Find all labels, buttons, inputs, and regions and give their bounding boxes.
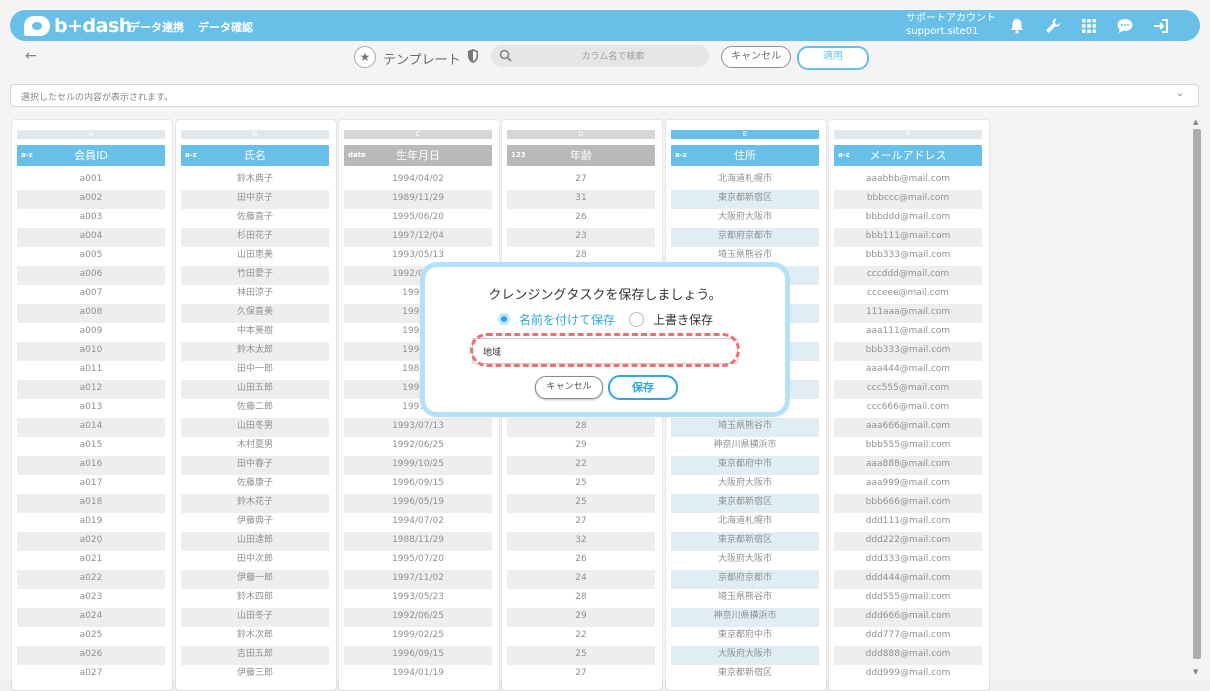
radio-overwrite[interactable]: 上書き保存	[629, 311, 713, 327]
radio-save-as-indicator[interactable]	[498, 313, 510, 325]
radio-overwrite-indicator[interactable]	[629, 311, 644, 327]
radio-overwrite-label: 上書き保存	[653, 312, 714, 327]
radio-save-as[interactable]: 名前を付けて保存	[498, 311, 615, 327]
save-task-dialog: クレンジングタスクを保存しましょう。 名前を付けて保存 上書き保存 キャンセル …	[425, 267, 785, 412]
dialog-cancel-button[interactable]: キャンセル	[535, 376, 603, 399]
task-name-input[interactable]	[472, 338, 738, 364]
dialog-title: クレンジングタスクを保存しましょう。	[488, 288, 722, 303]
dialog-save-button[interactable]: 保存	[608, 375, 678, 400]
radio-save-as-label: 名前を付けて保存	[519, 312, 616, 327]
